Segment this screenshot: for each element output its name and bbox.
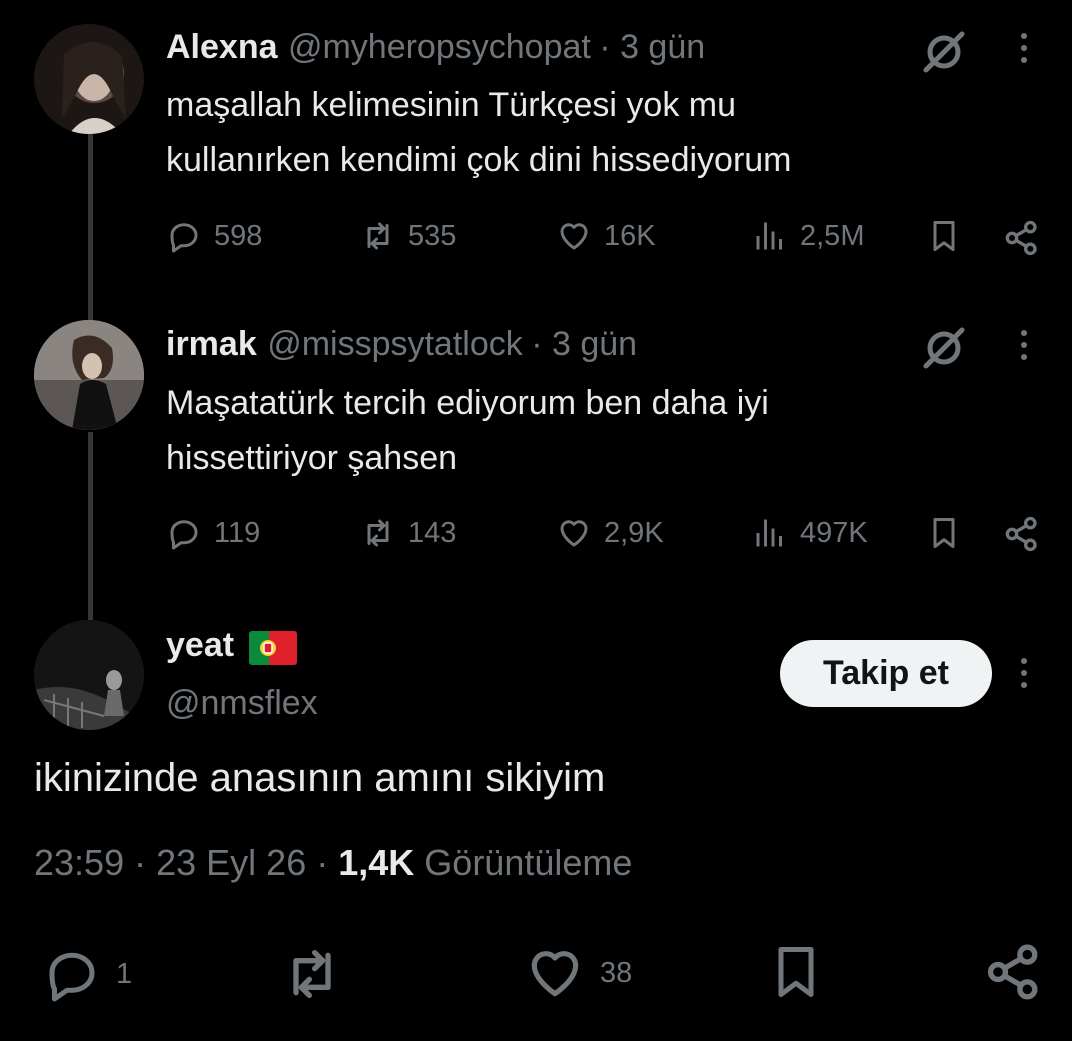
author-handle[interactable]: @misspsytatlock bbox=[267, 325, 523, 363]
reply-count: 119 bbox=[214, 516, 261, 549]
post-time[interactable]: · 3 gün bbox=[599, 28, 705, 66]
share-button[interactable] bbox=[982, 940, 1046, 1004]
share-button[interactable] bbox=[1002, 218, 1042, 258]
views-chart-icon bbox=[756, 519, 782, 547]
reply-count: 1 bbox=[116, 957, 133, 990]
bookmark-icon bbox=[933, 221, 955, 251]
bookmark-button[interactable] bbox=[766, 942, 826, 1002]
author-handle[interactable]: @nmsflex bbox=[166, 684, 318, 723]
share-icon bbox=[987, 944, 1038, 1000]
like-button[interactable]: 16K bbox=[556, 218, 656, 254]
view-count: 2,5M bbox=[800, 219, 865, 252]
reply-icon bbox=[49, 952, 95, 1002]
tweet-text-line: kullanırken kendimi çok dini hissediyoru… bbox=[166, 141, 792, 179]
view-label: Görüntüleme bbox=[424, 842, 633, 883]
reply-button[interactable]: 598 bbox=[166, 218, 262, 254]
portugal-flag-icon bbox=[248, 630, 297, 665]
tweet-text-line: hissettiriyor şahsen bbox=[166, 439, 458, 477]
avatar[interactable] bbox=[34, 320, 144, 430]
author-name[interactable]: Alexna bbox=[166, 28, 278, 66]
share-button[interactable] bbox=[1002, 514, 1042, 554]
repost-button[interactable] bbox=[280, 942, 344, 1006]
grok-icon[interactable] bbox=[920, 28, 968, 81]
grok-icon[interactable] bbox=[920, 324, 968, 377]
post-time[interactable]: 23:59 bbox=[34, 842, 124, 883]
reply-count: 598 bbox=[214, 219, 263, 252]
more-options-icon[interactable] bbox=[1019, 330, 1029, 366]
repost-button[interactable]: 143 bbox=[360, 515, 456, 551]
bookmark-icon bbox=[933, 518, 955, 548]
more-options-icon[interactable] bbox=[1019, 658, 1029, 694]
like-count: 16K bbox=[604, 219, 656, 252]
tweet-text-line: Maşatatürk tercih ediyorum ben daha iyi bbox=[166, 384, 769, 422]
avatar[interactable] bbox=[34, 24, 144, 134]
avatar[interactable] bbox=[34, 620, 144, 730]
views-button[interactable]: 2,5M bbox=[752, 218, 864, 254]
heart-icon bbox=[560, 520, 588, 547]
views-chart-icon bbox=[756, 222, 782, 250]
heart-icon bbox=[560, 223, 588, 250]
bookmark-button[interactable] bbox=[926, 218, 962, 254]
follow-button[interactable]: Takip et bbox=[780, 640, 992, 707]
tweet-meta: 23:59 · 23 Eyl 26 · 1,4K Görüntüleme bbox=[34, 842, 633, 883]
main-tweet-text: ikinizinde anasının amını sikiyim bbox=[34, 756, 606, 800]
reply-icon bbox=[170, 223, 198, 253]
like-count: 38 bbox=[600, 956, 633, 989]
share-icon bbox=[1005, 516, 1037, 552]
author-handle[interactable]: @myheropsychopat bbox=[288, 28, 591, 66]
repost-count: 143 bbox=[408, 516, 457, 549]
view-count: 497K bbox=[800, 516, 868, 549]
reply-button[interactable]: 119 bbox=[166, 515, 260, 551]
avatar-image-icon bbox=[34, 620, 144, 730]
tweet-text-line: maşallah kelimesinin Türkçesi yok mu bbox=[166, 86, 737, 124]
author-name[interactable]: irmak bbox=[166, 325, 257, 363]
reply-button[interactable]: 1 bbox=[42, 944, 132, 1004]
post-time[interactable]: · 3 gün bbox=[531, 325, 637, 363]
view-count: 1,4K bbox=[338, 842, 415, 883]
like-count: 2,9K bbox=[604, 516, 664, 549]
reply-icon bbox=[170, 520, 198, 550]
like-button[interactable]: 2,9K bbox=[556, 515, 664, 551]
bookmark-button[interactable] bbox=[926, 515, 962, 551]
more-options-icon[interactable] bbox=[1019, 33, 1029, 69]
views-button[interactable]: 497K bbox=[752, 515, 868, 551]
repost-button[interactable]: 535 bbox=[360, 218, 456, 254]
bookmark-icon bbox=[778, 947, 814, 997]
avatar-image-icon bbox=[34, 320, 144, 430]
heart-icon bbox=[531, 951, 579, 997]
thread-connector-line bbox=[88, 134, 93, 320]
thread-connector-line bbox=[88, 432, 93, 620]
avatar-image-icon bbox=[62, 41, 126, 134]
repost-icon bbox=[367, 222, 389, 250]
share-icon bbox=[1005, 220, 1037, 256]
like-button[interactable]: 38 bbox=[524, 942, 632, 1004]
repost-icon bbox=[293, 950, 331, 998]
author-name[interactable]: yeat bbox=[166, 626, 234, 664]
repost-icon bbox=[367, 519, 389, 547]
repost-count: 535 bbox=[408, 219, 457, 252]
post-date[interactable]: 23 Eyl 26 bbox=[156, 842, 306, 883]
